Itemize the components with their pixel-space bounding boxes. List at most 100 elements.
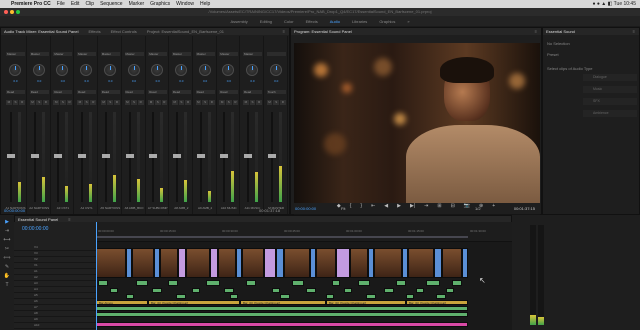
work-area-bar[interactable] (96, 236, 468, 238)
pan-knob-icon[interactable] (103, 64, 116, 76)
menu-file[interactable]: File (57, 1, 65, 7)
extract-icon[interactable]: ⊟ (451, 203, 455, 209)
pan-value[interactable]: 0.0 (99, 79, 122, 83)
mute-button[interactable]: M (195, 100, 202, 105)
graphic-clip[interactable] (452, 280, 462, 286)
video-clip[interactable] (210, 248, 218, 278)
record-button[interactable]: R (137, 100, 144, 105)
video-clip[interactable] (96, 248, 126, 278)
solo-button[interactable]: S (249, 100, 256, 105)
solo-button[interactable]: S (131, 100, 137, 105)
channel-input-select[interactable]: Master (195, 52, 215, 56)
video-clip[interactable] (178, 248, 186, 278)
mute-button[interactable]: M (243, 100, 249, 105)
record-button[interactable]: R (43, 100, 49, 105)
add-marker-icon[interactable]: ◆ (337, 203, 341, 209)
automation-mode-select[interactable]: Read (100, 90, 120, 94)
video-clip[interactable] (442, 248, 462, 278)
audio-clip[interactable] (384, 288, 394, 293)
audio-clip[interactable] (230, 294, 238, 299)
pan-value[interactable]: 0.0 (241, 79, 264, 83)
volume-fader-handle[interactable] (196, 154, 205, 158)
menu-graphics[interactable]: Graphics (150, 1, 170, 7)
audio-clip[interactable] (436, 294, 446, 299)
solo-button[interactable]: S (12, 100, 19, 105)
audio-clip[interactable] (306, 288, 316, 293)
channel-input-select[interactable]: Master (29, 52, 49, 56)
program-video-frame[interactable] (294, 43, 540, 203)
automation-mode-select[interactable]: Read (171, 90, 191, 94)
razor-tool-icon[interactable]: ✂ (0, 246, 14, 255)
minimize-window-button[interactable] (10, 10, 14, 14)
volume-fader-handle[interactable] (30, 154, 39, 158)
volume-fader-handle[interactable] (220, 154, 229, 158)
tab-effects[interactable]: Effects (88, 29, 100, 34)
tab-essential-sound[interactable]: Essential Sound (546, 29, 575, 34)
channel-input-select[interactable]: Master (148, 52, 168, 56)
volume-fader-handle[interactable] (7, 154, 15, 158)
video-clip[interactable] (264, 248, 276, 278)
record-button[interactable]: R (256, 100, 263, 105)
lift-icon[interactable]: ⊞ (437, 203, 441, 209)
pan-value[interactable]: 0.0 (4, 79, 27, 83)
mute-button[interactable]: M (124, 100, 131, 105)
video-clip[interactable] (336, 248, 350, 278)
step-back-icon[interactable]: ◀ (384, 203, 388, 209)
mixer-timecode[interactable]: 00:00:00:00 (4, 208, 25, 213)
record-button[interactable]: R (280, 100, 286, 105)
music-clip[interactable] (96, 322, 468, 327)
channel-input-select[interactable]: Master (6, 52, 25, 56)
hand-tool-icon[interactable]: ✋ (0, 273, 14, 282)
tab-program[interactable]: Program: Essential Sound Panel (294, 29, 352, 34)
volume-fader-handle[interactable] (78, 154, 87, 158)
pan-value[interactable]: 0.0 (194, 79, 217, 83)
music-clip[interactable]: Bar_03_People Chatting.aif (326, 300, 406, 305)
volume-fader-handle[interactable] (149, 154, 158, 158)
tab-effect-controls[interactable]: Effect Controls (111, 29, 137, 34)
video-clip[interactable] (186, 248, 210, 278)
mark-out-icon[interactable]: } (360, 203, 362, 209)
volume-fader-handle[interactable] (101, 154, 110, 158)
tab-project[interactable]: Project: EssentialSound_EN_Barfscene_01 (147, 29, 224, 34)
solo-button[interactable]: S (202, 100, 208, 105)
time-ruler[interactable]: 00:00:00:00 00:00:15:00 00:00:30:00 00:00:4… (96, 222, 512, 242)
pan-knob-icon[interactable] (127, 64, 140, 76)
music-clip[interactable]: Bar_03_People Chatting.aif (148, 300, 240, 305)
audio-clip[interactable] (192, 288, 200, 293)
workspace-overflow-icon[interactable]: » (407, 19, 409, 24)
ripple-edit-tool-icon[interactable]: ⟷ (0, 237, 14, 246)
channel-input-select[interactable]: Master (53, 52, 73, 56)
comparison-view-icon[interactable]: ⊕ (479, 203, 483, 209)
pan-value[interactable]: 0.0 (217, 79, 240, 83)
graphic-clip[interactable] (292, 280, 304, 286)
mute-button[interactable]: M (266, 100, 273, 105)
go-to-out-icon[interactable]: ⇥ (424, 203, 428, 209)
pan-value[interactable]: 0.0 (146, 79, 169, 83)
channel-input-select[interactable]: Master (100, 52, 120, 56)
zoom-window-button[interactable] (16, 10, 20, 14)
workspace-graphics[interactable]: Graphics (379, 19, 395, 24)
automation-mode-select[interactable]: Read (77, 90, 97, 94)
music-clip[interactable]: Bar Atmos (96, 300, 148, 305)
music-clip[interactable] (96, 312, 468, 317)
mute-button[interactable]: M (100, 100, 107, 105)
pan-knob-icon[interactable] (198, 64, 211, 76)
automation-mode-select[interactable]: Read (6, 90, 25, 94)
workspace-effects[interactable]: Effects (306, 19, 318, 24)
pan-knob-icon[interactable] (80, 64, 93, 76)
audio-clip[interactable] (280, 294, 290, 299)
channel-input-select[interactable]: Master (124, 52, 144, 56)
mute-button[interactable]: M (29, 100, 36, 105)
pan-value[interactable]: 0.0 (28, 79, 51, 83)
pan-value[interactable]: 0.0 (75, 79, 98, 83)
record-button[interactable]: R (19, 100, 26, 105)
audio-clip[interactable] (366, 294, 376, 299)
tab-audio-track-mixer[interactable]: Audio Track Mixer: Essential Sound Panel (4, 29, 78, 34)
automation-mode-select[interactable]: Read (53, 90, 73, 94)
graphic-clip[interactable] (332, 280, 340, 286)
record-button[interactable]: R (232, 100, 239, 105)
mute-button[interactable]: M (171, 100, 178, 105)
graphic-clip[interactable] (168, 280, 178, 286)
solo-button[interactable]: S (60, 100, 66, 105)
workspace-assembly[interactable]: Assembly (230, 19, 247, 24)
